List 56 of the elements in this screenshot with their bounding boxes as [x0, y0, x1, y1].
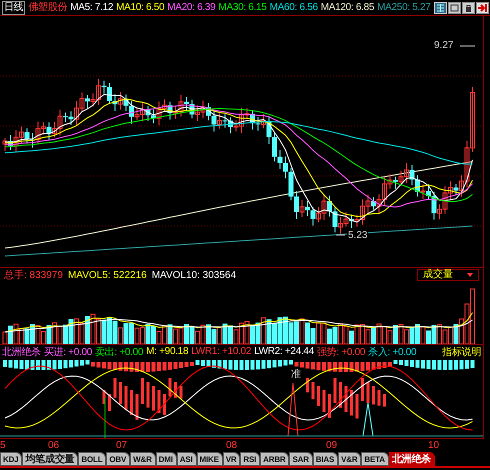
exit-icon[interactable] [476, 2, 489, 14]
ma-value: MA250: 5.27 [377, 2, 431, 14]
ma-value: MA30: 6.15 [218, 2, 267, 14]
indicator-name: 北洲绝杀 [2, 346, 41, 358]
indicator-tab[interactable]: KDJ [0, 452, 22, 466]
signal-spike [362, 402, 374, 436]
indicator-dropdown[interactable]: 成交量 [417, 269, 479, 281]
signal-spike [288, 382, 298, 436]
indicator-tab[interactable]: BIAS [312, 452, 338, 466]
stock-name: 佛塑股份 [28, 2, 68, 14]
date-label: 07 [116, 440, 128, 451]
ma-value: MA20: 6.39 [167, 2, 216, 14]
ma-value: MA60: 6.56 [270, 2, 318, 14]
indicator-tab[interactable]: 北洲绝杀 [388, 452, 435, 466]
date-label: 09 [326, 440, 338, 451]
indicator-tab[interactable]: ARBR [260, 452, 290, 466]
date-label: 10 [428, 440, 440, 451]
caret-icon [467, 273, 473, 277]
date-label: 5 [0, 440, 6, 451]
ma-value: MA10: 6.50 [116, 2, 164, 14]
date-label: 08 [226, 440, 238, 451]
date-label: 06 [48, 440, 60, 451]
volume-value: MAVOL10: 303564 [152, 270, 236, 280]
volume-value: MAVOL5: 522216 [68, 270, 147, 280]
indicator-value: 强势: +0.00 [316, 346, 366, 358]
indicator-value: M: +90.18 [146, 346, 188, 357]
indicator-value: LWR1: +10.02 [191, 346, 252, 357]
indicator-value: 卖出: +0.00 [94, 346, 144, 358]
indicator-tab[interactable]: V&R [338, 452, 362, 466]
indicator-tab[interactable]: 均笔成交量 [22, 452, 78, 466]
indicator-value: 买进: +0.00 [44, 346, 92, 358]
ma-value: MA120: 6.85 [320, 2, 374, 14]
indicator-tab[interactable]: ASI [176, 452, 196, 466]
grid-icon[interactable] [434, 2, 447, 14]
indicator-tab[interactable]: OBV [106, 452, 130, 466]
window-icon[interactable] [448, 2, 461, 14]
lock-icon[interactable] [462, 2, 475, 14]
indicator-tab[interactable]: RSI [240, 452, 260, 466]
period-label[interactable]: 日线 [2, 0, 26, 14]
indicator-tab[interactable]: BOLL [78, 452, 106, 466]
indicator-tab[interactable]: VR [222, 452, 240, 466]
low-price-label: 5.23 [347, 230, 368, 241]
signal-line [104, 398, 106, 438]
high-price-label: 9.27 [434, 40, 454, 51]
indicator-tab[interactable]: DMI [156, 452, 177, 466]
indicator-value: 杀入: +0.00 [368, 346, 416, 358]
indicator-tab[interactable]: W&R [130, 452, 156, 466]
indicator-tab[interactable]: BETA [361, 452, 389, 466]
signal-label: 准 [291, 369, 301, 380]
indicator-tab[interactable]: MIKE [196, 452, 223, 466]
leader-line [336, 234, 346, 236]
ma-value: MA5: 7.12 [70, 2, 114, 14]
indicator-value: LWR2: +24.44 [254, 346, 314, 357]
volume-value: 总手: 833979 [4, 268, 63, 282]
help-link[interactable]: 指标说明 [442, 344, 481, 358]
indicator-tab[interactable]: SAR [289, 452, 313, 466]
